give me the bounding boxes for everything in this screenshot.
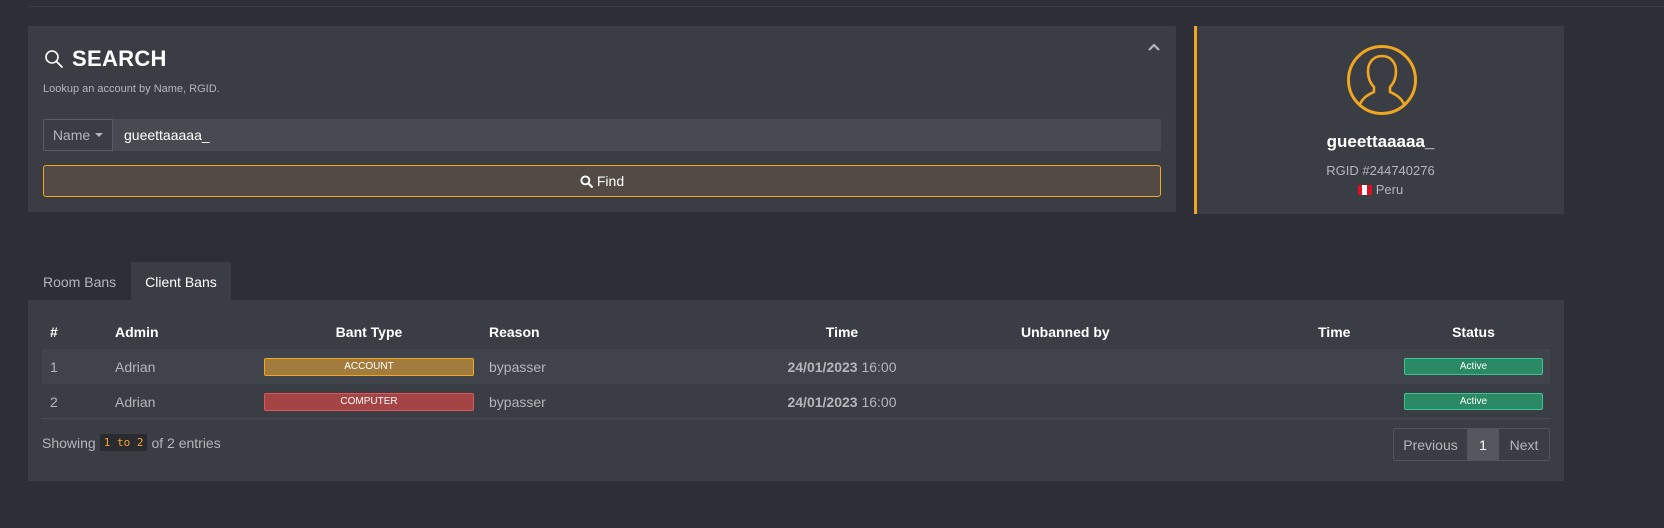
user-avatar-icon	[1347, 45, 1417, 115]
search-input[interactable]	[113, 119, 1161, 151]
bans-table-panel: # Admin Bant Type Reason Time Unbanned b…	[28, 300, 1564, 481]
status-cell: Active	[1404, 384, 1543, 419]
status-cell: Active	[1404, 349, 1543, 384]
next-page-button[interactable]: Next	[1499, 429, 1549, 460]
ban-type-cell: ACCOUNT	[264, 349, 474, 384]
showing-suffix: of 2 entries	[151, 434, 221, 451]
pagination: Previous 1 Next	[1393, 428, 1550, 461]
search-subtitle: Lookup an account by Name, RGID.	[43, 83, 220, 95]
previous-page-button[interactable]: Previous	[1394, 429, 1468, 460]
find-button[interactable]: Find	[43, 165, 1161, 197]
row-reason: bypasser	[489, 358, 546, 375]
chevron-up-icon[interactable]	[1146, 40, 1162, 54]
ban-tabs: Room Bans Client Bans	[28, 262, 231, 301]
profile-country: Peru	[1197, 182, 1564, 197]
tab-room-bans[interactable]: Room Bans	[28, 262, 131, 301]
search-type-dropdown[interactable]: Name	[43, 119, 113, 151]
status-badge: Active	[1404, 358, 1543, 375]
ban-type-badge: ACCOUNT	[264, 357, 474, 376]
col-admin[interactable]: Admin	[115, 314, 159, 349]
table-info: Showing 1 to 2 of 2 entries	[42, 434, 221, 451]
profile-card: gueettaaaaa_ RGID #244740276 Peru	[1194, 26, 1564, 214]
showing-range: 1 to 2	[99, 434, 148, 451]
col-ban-type[interactable]: Bant Type	[264, 314, 474, 349]
row-time: 24/01/2023 16:00	[742, 349, 942, 384]
ban-type-badge: COMPUTER	[264, 392, 474, 411]
row-number: 1	[50, 358, 58, 375]
search-icon	[45, 50, 63, 68]
row-time: 24/01/2023 16:00	[742, 384, 942, 419]
search-heading: SEARCH	[72, 46, 167, 71]
ban-type-cell: COMPUTER	[264, 384, 474, 419]
search-icon	[580, 174, 593, 188]
tab-client-bans[interactable]: Client Bans	[131, 262, 231, 301]
showing-prefix: Showing	[42, 434, 96, 451]
row-date: 24/01/2023	[787, 358, 858, 375]
row-admin: Adrian	[115, 358, 156, 375]
col-unban-time[interactable]: Time	[1318, 314, 1350, 349]
col-time[interactable]: Time	[742, 314, 942, 349]
col-number[interactable]: #	[50, 314, 58, 349]
row-number: 2	[50, 393, 58, 410]
country-label: Peru	[1375, 182, 1404, 197]
table-row: 2 Adrian COMPUTER bypasser 24/01/2023 16…	[42, 384, 1550, 419]
search-type-label: Name	[52, 127, 91, 143]
page-1-button[interactable]: 1	[1468, 429, 1499, 460]
caret-down-icon	[95, 133, 104, 137]
search-row: Name	[43, 119, 1161, 151]
table-header: # Admin Bant Type Reason Time Unbanned b…	[42, 314, 1550, 349]
profile-name: gueettaaaaa_	[1326, 132, 1435, 151]
row-hour: 16:00	[861, 393, 897, 410]
col-status[interactable]: Status	[1404, 314, 1543, 349]
peru-flag-icon	[1357, 184, 1372, 195]
row-reason: bypasser	[489, 393, 546, 410]
col-unbanned-by[interactable]: Unbanned by	[1021, 314, 1110, 349]
search-title: SEARCH	[44, 46, 167, 72]
top-divider	[28, 6, 1664, 7]
row-hour: 16:00	[861, 358, 897, 375]
table-row: 1 Adrian ACCOUNT bypasser 24/01/2023 16:…	[42, 349, 1550, 384]
find-label: Find	[596, 173, 625, 189]
row-admin: Adrian	[115, 393, 156, 410]
search-panel: SEARCH Lookup an account by Name, RGID. …	[28, 26, 1176, 212]
col-reason[interactable]: Reason	[489, 314, 540, 349]
row-date: 24/01/2023	[787, 393, 858, 410]
profile-rgid: RGID #244740276	[1326, 163, 1435, 178]
status-badge: Active	[1404, 393, 1543, 410]
